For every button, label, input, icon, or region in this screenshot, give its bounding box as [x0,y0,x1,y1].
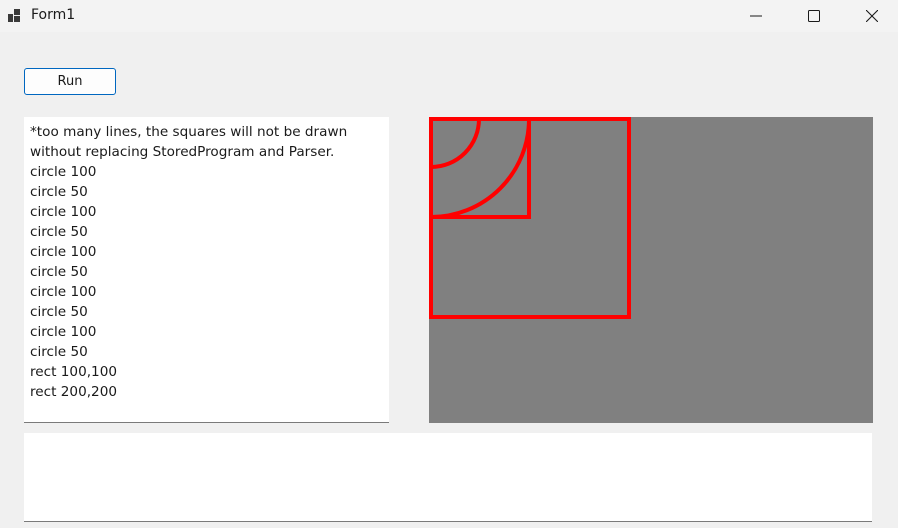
canvas-drawing [429,117,631,319]
drawing-canvas [429,117,873,423]
main-window: Form1 Run *too many lines, the squares w… [0,0,898,528]
editor-line: circle 50 [30,344,88,360]
editor-line: circle 100 [30,284,97,300]
editor-line: circle 50 [30,264,88,280]
minimize-button[interactable] [733,0,779,32]
editor-line: rect 200,200 [30,384,117,400]
maximize-icon [808,10,820,22]
run-button[interactable]: Run [24,68,116,95]
editor-line: circle 100 [30,164,97,180]
minimize-icon [750,15,762,17]
app-icon [8,9,22,22]
editor-line: circle 50 [30,304,88,320]
circle-shape [429,117,481,169]
editor-line: *too many lines, the squares will not be… [30,124,348,140]
editor-line: without replacing StoredProgram and Pars… [30,144,335,160]
editor-line: circle 50 [30,184,88,200]
editor-line: rect 100,100 [30,364,117,380]
window-title: Form1 [31,7,76,23]
output-box[interactable] [24,433,872,522]
editor-line: circle 100 [30,204,97,220]
editor-line: circle 50 [30,224,88,240]
close-icon [866,10,878,22]
maximize-button[interactable] [791,0,837,32]
program-editor[interactable]: *too many lines, the squares will not be… [24,117,389,423]
close-button[interactable] [849,0,895,32]
editor-line: circle 100 [30,324,97,340]
editor-line: circle 100 [30,244,97,260]
title-bar[interactable]: Form1 [0,0,898,32]
